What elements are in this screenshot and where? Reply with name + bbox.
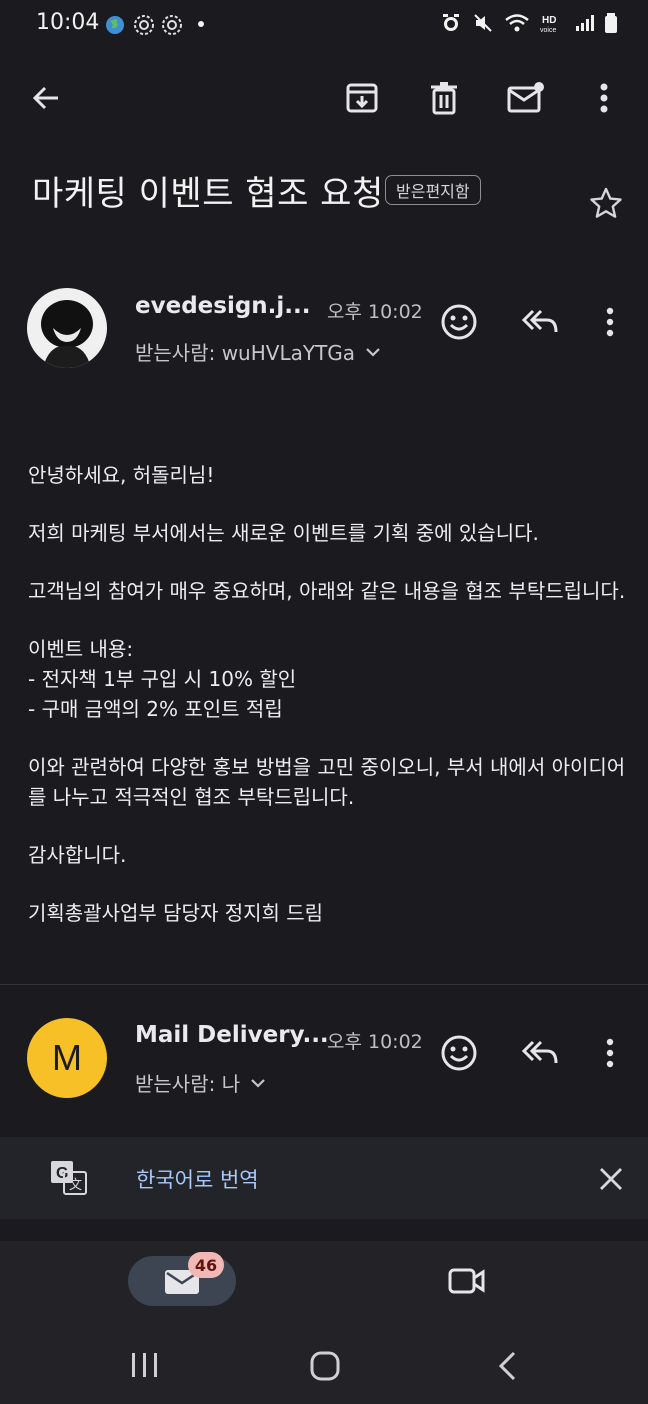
reply-all-icon bbox=[521, 1040, 558, 1064]
wifi-icon bbox=[505, 14, 529, 32]
message-time: 오후 10:02 bbox=[327, 301, 423, 323]
globe-icon bbox=[106, 16, 124, 34]
body-greeting: 안녕하세요, 허돌리님! bbox=[28, 463, 215, 487]
recent-apps-button[interactable] bbox=[130, 1351, 160, 1383]
body-line-1: 저희 마케팅 부서에서는 새로운 이벤트를 기획 중에 있습니다. bbox=[28, 521, 539, 545]
close-translate-button[interactable] bbox=[598, 1166, 624, 1196]
notification-dot bbox=[198, 21, 204, 27]
event-item-1: - 전자책 1부 구입 시 10% 할인 bbox=[28, 667, 297, 691]
recipient-line[interactable]: 받는사람: wuHVLaYTGa bbox=[135, 337, 381, 366]
event-item-2: - 구매 금액의 2% 포인트 적립 bbox=[28, 697, 283, 721]
status-time: 10:04 bbox=[36, 10, 100, 35]
react-emoji-button[interactable] bbox=[440, 303, 478, 345]
trash-icon bbox=[431, 82, 457, 115]
message-divider bbox=[0, 984, 648, 985]
video-camera-icon bbox=[448, 1268, 485, 1294]
sender-avatar-letter[interactable]: M bbox=[27, 1018, 107, 1098]
back-button[interactable] bbox=[22, 74, 70, 122]
more-options-button[interactable] bbox=[580, 74, 628, 122]
hd-voice-icon: HD voice bbox=[540, 15, 556, 34]
body-thanks: 감사합니다. bbox=[28, 843, 127, 867]
mark-unread-button[interactable] bbox=[502, 74, 550, 122]
more-vert-icon bbox=[600, 83, 608, 113]
reply-all-button[interactable] bbox=[521, 307, 559, 341]
reply-all-icon bbox=[521, 309, 558, 333]
email-body: 안녕하세요, 허돌리님! 저희 마케팅 부서에서는 새로운 이벤트를 기획 중에… bbox=[28, 460, 628, 928]
settings-badge-icon-2 bbox=[162, 15, 182, 35]
more-vert-icon bbox=[606, 307, 614, 337]
close-icon bbox=[600, 1168, 622, 1190]
chevron-down-icon bbox=[366, 347, 380, 357]
react-emoji-button-2[interactable] bbox=[440, 1034, 478, 1076]
unread-count-badge: 46 bbox=[188, 1252, 224, 1278]
reply-all-button-2[interactable] bbox=[521, 1038, 559, 1072]
profile-photo bbox=[27, 288, 107, 368]
chevron-left-icon bbox=[498, 1351, 516, 1381]
nav-meet-tab[interactable] bbox=[448, 1266, 486, 1300]
sender-name-2[interactable]: Mail Delivery... bbox=[135, 1022, 329, 1048]
smiley-icon bbox=[441, 304, 477, 340]
home-icon bbox=[310, 1351, 340, 1381]
mark-unread-icon bbox=[507, 82, 544, 113]
translate-bar bbox=[0, 1137, 648, 1219]
smiley-icon bbox=[441, 1035, 477, 1071]
message-time-2: 오후 10:02 bbox=[327, 1031, 423, 1053]
alarm-icon bbox=[443, 14, 459, 31]
delete-button[interactable] bbox=[420, 74, 468, 122]
translate-link[interactable]: 한국어로 번역 bbox=[136, 1164, 259, 1194]
star-button[interactable] bbox=[588, 186, 624, 226]
recipient-text: 받는사람: wuHVLaYTGa bbox=[135, 341, 356, 365]
sender-avatar[interactable] bbox=[27, 288, 107, 368]
archive-button[interactable] bbox=[338, 74, 386, 122]
translate-icon: G 文 bbox=[50, 1160, 88, 1200]
message-more-button[interactable] bbox=[605, 307, 615, 341]
arrow-left-icon bbox=[32, 86, 58, 110]
star-icon bbox=[590, 187, 622, 218]
svg-text:HD: HD bbox=[542, 15, 556, 26]
settings-badge-icon bbox=[134, 15, 154, 35]
signal-icon bbox=[576, 15, 594, 31]
battery-icon bbox=[605, 13, 617, 33]
home-button[interactable] bbox=[310, 1351, 340, 1385]
recipient-text-2: 받는사람: 나 bbox=[135, 1072, 241, 1096]
chevron-down-icon bbox=[251, 1078, 265, 1088]
archive-icon bbox=[346, 83, 378, 113]
sender-name[interactable]: evedesign.j... bbox=[135, 293, 311, 319]
svg-text:G: G bbox=[56, 1165, 68, 1182]
avatar-letter: M bbox=[52, 1037, 82, 1078]
event-heading: 이벤트 내용: bbox=[28, 637, 134, 661]
system-back-button[interactable] bbox=[496, 1350, 518, 1386]
svg-text:voice: voice bbox=[540, 27, 556, 34]
body-signature: 기획총괄사업부 담당자 정지희 드림 bbox=[28, 901, 324, 925]
body-line-2: 고객님의 참여가 매우 중요하며, 아래와 같은 내용을 협조 부탁드립니다. bbox=[28, 579, 626, 603]
status-icons: HD voice bbox=[440, 12, 618, 34]
email-subject: 마케팅 이벤트 협조 요청 bbox=[32, 174, 384, 214]
body-line-3: 이와 관련하여 다양한 홍보 방법을 고민 중이오니, 부서 내에서 아이디어를… bbox=[28, 755, 626, 809]
inbox-label-chip[interactable]: 받은편지함 bbox=[385, 175, 481, 205]
mute-icon bbox=[474, 14, 492, 32]
svg-text:文: 文 bbox=[69, 1178, 82, 1193]
more-vert-icon bbox=[606, 1038, 614, 1068]
recipient-line-2[interactable]: 받는사람: 나 bbox=[135, 1068, 266, 1097]
recent-apps-icon bbox=[132, 1353, 157, 1377]
status-bar: 10:04 HD voice bbox=[0, 0, 648, 52]
message-more-button-2[interactable] bbox=[605, 1038, 615, 1072]
